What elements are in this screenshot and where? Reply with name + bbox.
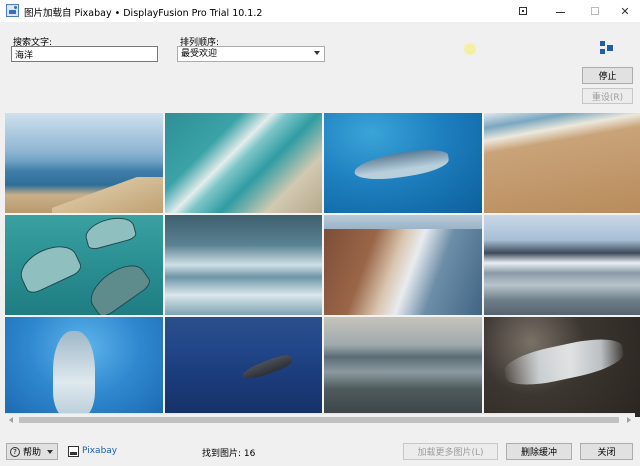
help-button[interactable]: ? 帮助 [6,443,58,460]
image-grid [5,113,640,417]
reset-button[interactable]: 重设(R) [582,88,633,104]
cursor-highlight [464,43,476,55]
sort-order-select[interactable]: 最受欢迎 [177,46,325,62]
image-thumbnail[interactable] [324,113,482,213]
image-thumbnail[interactable] [483,215,640,315]
image-thumbnail[interactable] [5,215,163,315]
maximize-icon [591,7,599,15]
scrollbar-thumb[interactable] [19,417,619,423]
manta-ray-shape [82,256,154,315]
image-thumbnail[interactable] [164,317,322,417]
chevron-down-icon [314,51,320,55]
image-thumbnail[interactable] [164,215,322,315]
displayfusion-logo-icon [600,41,614,55]
stop-button[interactable]: 停止 [582,67,633,84]
image-results-panel [5,113,640,417]
search-input[interactable] [11,46,158,62]
scroll-right-icon[interactable] [627,417,631,423]
minimize-button[interactable] [545,0,575,22]
image-thumbnail[interactable] [324,317,482,417]
minimize-icon [555,11,565,13]
close-button[interactable]: 关闭 [580,443,633,460]
pin-icon [519,7,527,15]
image-thumbnail[interactable] [164,113,322,213]
pin-button[interactable] [508,0,538,22]
scroll-left-icon[interactable] [9,417,13,423]
image-thumbnail[interactable] [483,317,640,417]
help-label: 帮助 [23,448,42,458]
horizontal-scrollbar[interactable] [5,413,635,425]
clear-cache-button[interactable]: 删除缓冲 [506,443,572,460]
image-thumbnail[interactable] [5,113,163,213]
app-image-icon [6,4,19,17]
image-thumbnail[interactable] [483,113,640,213]
chevron-down-icon [47,450,53,454]
sort-selected-value: 最受欢迎 [181,49,218,59]
pixabay-link[interactable]: Pixabay [82,446,117,456]
load-more-button[interactable]: 加载更多图片(L) [403,443,498,460]
manta-ray-shape [82,215,138,252]
close-icon: ✕ [620,4,630,18]
image-thumbnail[interactable] [5,317,163,417]
image-thumbnail[interactable] [324,215,482,315]
title-bar: 图片加载自 Pixabay • DisplayFusion Pro Trial … [0,0,640,22]
help-icon: ? [10,446,20,457]
pixabay-image-icon [68,446,79,457]
found-images-count: 找到图片: 16 [202,449,256,459]
close-window-button[interactable]: ✕ [610,0,640,22]
manta-ray-shape [14,238,84,296]
window-title: 图片加载自 Pixabay • DisplayFusion Pro Trial … [24,8,263,19]
maximize-button[interactable] [580,0,610,22]
